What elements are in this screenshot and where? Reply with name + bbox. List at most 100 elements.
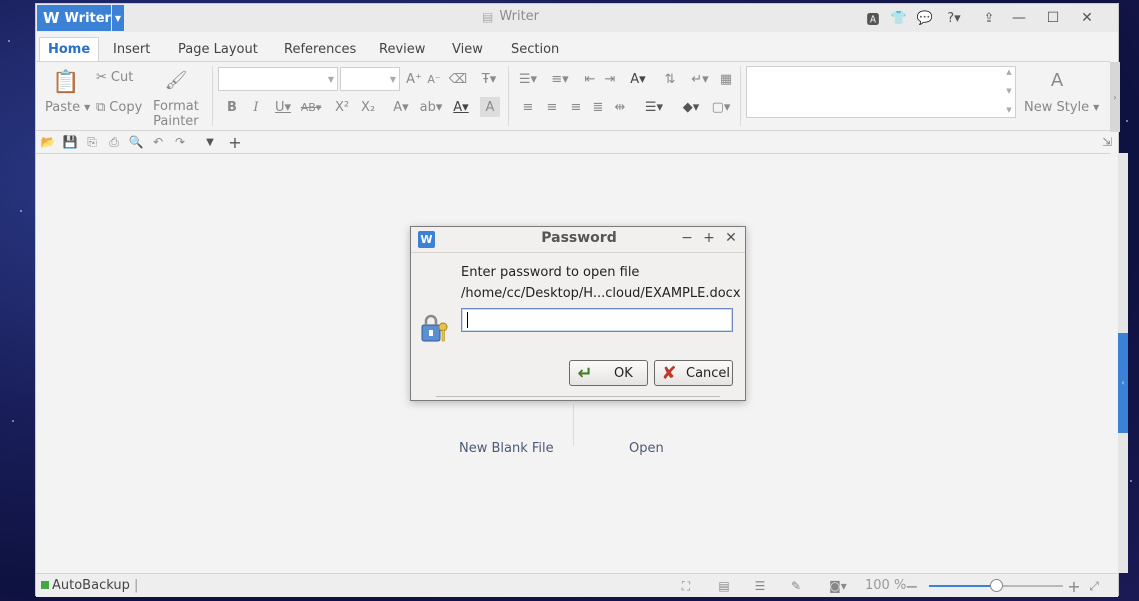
- upload-icon[interactable]: ⇪: [978, 8, 1000, 28]
- app-menu-button[interactable]: W Writer: [37, 5, 111, 31]
- underline-icon[interactable]: U▾: [270, 97, 296, 117]
- bold-icon[interactable]: B: [222, 97, 242, 117]
- tab-section[interactable]: Section: [503, 37, 567, 61]
- format-painter-icon[interactable]: 🖌: [164, 68, 188, 92]
- format-painter-button[interactable]: Format Painter: [153, 99, 199, 129]
- app-menu-dropdown[interactable]: ▼: [112, 5, 124, 31]
- web-view-icon[interactable]: ✎: [788, 578, 804, 594]
- new-blank-file-link[interactable]: New Blank File: [459, 441, 554, 456]
- outline-view-icon[interactable]: ☰: [752, 578, 768, 594]
- close-icon[interactable]: ✕: [1072, 8, 1102, 28]
- cancel-button[interactable]: ✘ Cancel: [654, 360, 733, 386]
- zoom-in-icon[interactable]: +: [1066, 577, 1082, 596]
- tab-view[interactable]: View: [444, 37, 491, 61]
- strikethrough-icon[interactable]: AB▾: [298, 97, 324, 117]
- help-icon[interactable]: ?▾: [940, 8, 968, 28]
- clear-format-icon[interactable]: ⌫: [448, 69, 468, 89]
- ribbon-separator: [212, 66, 213, 126]
- text-caret: [467, 312, 468, 328]
- justify-icon[interactable]: ≣: [588, 97, 608, 117]
- tab-page-layout[interactable]: Page Layout: [170, 37, 266, 61]
- text-effects-icon[interactable]: Ŧ▾: [476, 69, 502, 89]
- highlight-icon[interactable]: ab▾: [418, 97, 444, 117]
- new-style-button[interactable]: New Style ▼: [1024, 100, 1099, 115]
- sort-icon[interactable]: ⇅: [660, 69, 680, 89]
- customize-dropdown-icon[interactable]: ▼: [201, 134, 219, 150]
- document-icon: ▤: [482, 9, 494, 24]
- change-case-icon[interactable]: A▾: [624, 69, 652, 89]
- cut-button[interactable]: ✂ Cut: [96, 70, 133, 85]
- open-folder-icon[interactable]: 📂: [39, 134, 57, 150]
- page-view-icon[interactable]: ▤: [716, 578, 732, 594]
- open-link[interactable]: Open: [629, 441, 664, 456]
- italic-icon[interactable]: I: [246, 97, 266, 117]
- show-marks-icon[interactable]: ↵▾: [686, 69, 714, 89]
- ribbon-scroll-right[interactable]: ›: [1110, 62, 1120, 132]
- fit-page-icon[interactable]: ⤢: [1086, 578, 1102, 594]
- align-right-icon[interactable]: ≡: [566, 97, 586, 117]
- add-icon[interactable]: +: [226, 133, 244, 152]
- fullscreen-icon[interactable]: ⛶: [678, 578, 694, 594]
- autobackup-label[interactable]: AutoBackup |: [52, 578, 138, 593]
- export-pdf-icon[interactable]: ⎘: [83, 134, 101, 150]
- shrink-font-icon[interactable]: A⁻: [424, 69, 444, 89]
- undo-icon[interactable]: ↶: [149, 134, 167, 150]
- copy-button[interactable]: ⧉ Copy: [96, 100, 142, 115]
- zoom-slider[interactable]: [929, 579, 1063, 592]
- redo-icon[interactable]: ↷: [171, 134, 189, 150]
- save-icon[interactable]: 💾: [61, 134, 79, 150]
- table-icon[interactable]: ▦: [716, 69, 736, 89]
- font-name-combo[interactable]: ▼: [218, 67, 338, 91]
- skin-icon[interactable]: 🅰: [862, 8, 884, 28]
- new-style-icon[interactable]: A: [1044, 67, 1070, 93]
- writer-logo-icon: W: [43, 9, 60, 27]
- ok-button[interactable]: ↵ OK: [569, 360, 648, 386]
- eye-protection-icon[interactable]: ◙▾: [824, 578, 852, 594]
- print-icon[interactable]: ⎙: [105, 134, 123, 150]
- tab-references[interactable]: References: [276, 37, 364, 61]
- zoom-out-icon[interactable]: −: [904, 577, 920, 596]
- password-input[interactable]: [461, 308, 733, 332]
- dialog-minimize-icon[interactable]: −: [679, 230, 695, 246]
- zoom-slider-handle[interactable]: [990, 579, 1003, 592]
- minimize-icon[interactable]: —: [1004, 8, 1034, 28]
- borders-icon[interactable]: ▢▾: [706, 97, 736, 117]
- dialog-maximize-icon[interactable]: +: [701, 230, 717, 246]
- vertical-scrollbar[interactable]: ‹: [1118, 153, 1128, 573]
- dialog-close-icon[interactable]: ✕: [723, 230, 739, 246]
- chat-icon[interactable]: 💬: [914, 8, 936, 28]
- copy-icon: ⧉: [96, 100, 106, 115]
- style-gallery-scroll[interactable]: ▲ ▼ ▼: [1004, 68, 1014, 114]
- increase-indent-icon[interactable]: ⇥: [600, 69, 620, 89]
- ribbon-collapse-icon[interactable]: ⇲: [1098, 134, 1116, 150]
- paste-icon[interactable]: 📋: [52, 68, 80, 96]
- bullets-icon[interactable]: ☰▾: [514, 69, 542, 89]
- shirt-icon[interactable]: 👕: [888, 8, 910, 28]
- superscript-icon[interactable]: X²: [332, 97, 352, 117]
- distribute-icon[interactable]: ⇹: [610, 97, 630, 117]
- grow-font-icon[interactable]: A⁺: [404, 69, 424, 89]
- paste-button[interactable]: Paste ▼: [45, 100, 90, 115]
- maximize-icon[interactable]: ☐: [1038, 8, 1068, 28]
- dialog-prompt: Enter password to open file: [461, 265, 640, 280]
- align-center-icon[interactable]: ≡: [542, 97, 562, 117]
- decrease-indent-icon[interactable]: ⇤: [580, 69, 600, 89]
- text-outline-icon[interactable]: A▾: [388, 97, 414, 117]
- character-shading-icon[interactable]: A: [480, 97, 500, 117]
- autobackup-status-icon: [41, 581, 49, 589]
- style-gallery[interactable]: [746, 66, 1016, 118]
- scrollbar-thumb[interactable]: ‹: [1118, 333, 1128, 433]
- desktop-star: [8, 40, 10, 42]
- numbering-icon[interactable]: ≡▾: [546, 69, 574, 89]
- tab-insert[interactable]: Insert: [105, 37, 158, 61]
- tab-review[interactable]: Review: [371, 37, 433, 61]
- dialog-underlay-edge: [436, 396, 720, 397]
- font-size-combo[interactable]: ▼: [340, 67, 400, 91]
- align-left-icon[interactable]: ≡: [518, 97, 538, 117]
- font-color-icon[interactable]: A▾: [448, 97, 474, 117]
- print-preview-icon[interactable]: 🔍: [127, 134, 145, 150]
- subscript-icon[interactable]: X₂: [358, 97, 378, 117]
- line-spacing-icon[interactable]: ☰▾: [640, 97, 668, 117]
- shading-icon[interactable]: ◆▾: [676, 97, 706, 117]
- tab-home[interactable]: Home: [39, 37, 100, 61]
